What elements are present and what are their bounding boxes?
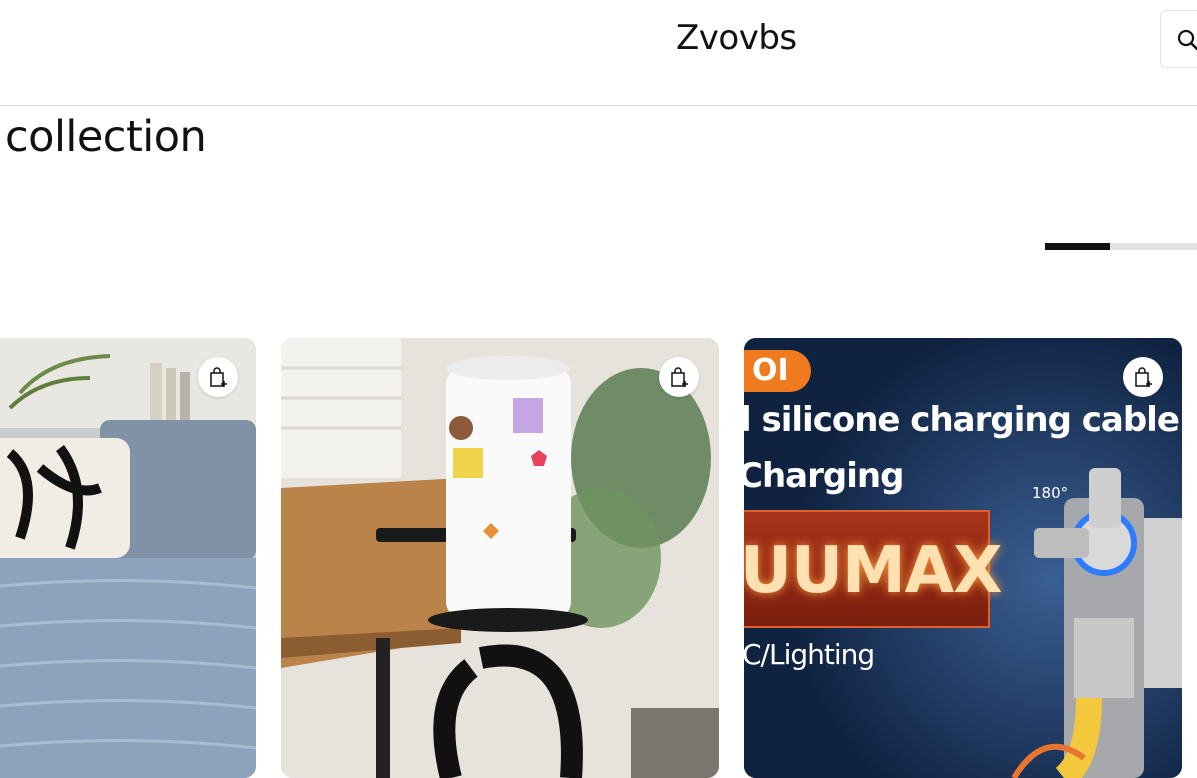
promo-headline: l silicone charging cable xyxy=(744,400,1180,440)
search-button[interactable] xyxy=(1160,10,1197,68)
add-to-cart-button[interactable] xyxy=(198,357,238,397)
promo-subheadline: Charging xyxy=(744,456,904,496)
search-icon xyxy=(1177,29,1197,51)
brand-logo[interactable]: Zvovbs xyxy=(676,18,797,58)
promo-connector-label: C/Lighting xyxy=(744,638,875,671)
promo-angle-label: 180° xyxy=(1032,484,1069,502)
add-to-cart-button[interactable] xyxy=(659,357,699,397)
product-card[interactable] xyxy=(0,338,256,778)
promo-badge: OI xyxy=(744,350,811,392)
add-to-cart-icon xyxy=(210,367,227,387)
add-to-cart-button[interactable] xyxy=(1123,357,1163,397)
promo-brand-text: UUMAX xyxy=(744,534,1002,608)
carousel-progress-track[interactable] xyxy=(1045,243,1197,250)
carousel-progress-fill xyxy=(1045,243,1111,250)
section-title: collection xyxy=(5,112,207,162)
product-card[interactable] xyxy=(281,338,719,778)
product-image[interactable] xyxy=(281,338,719,778)
product-card[interactable]: OI l silicone charging cable Charging 18… xyxy=(744,338,1182,778)
product-image[interactable] xyxy=(0,338,256,778)
site-header: Zvovbs xyxy=(0,0,1197,106)
add-to-cart-icon xyxy=(671,367,688,387)
add-to-cart-icon xyxy=(1135,367,1152,387)
